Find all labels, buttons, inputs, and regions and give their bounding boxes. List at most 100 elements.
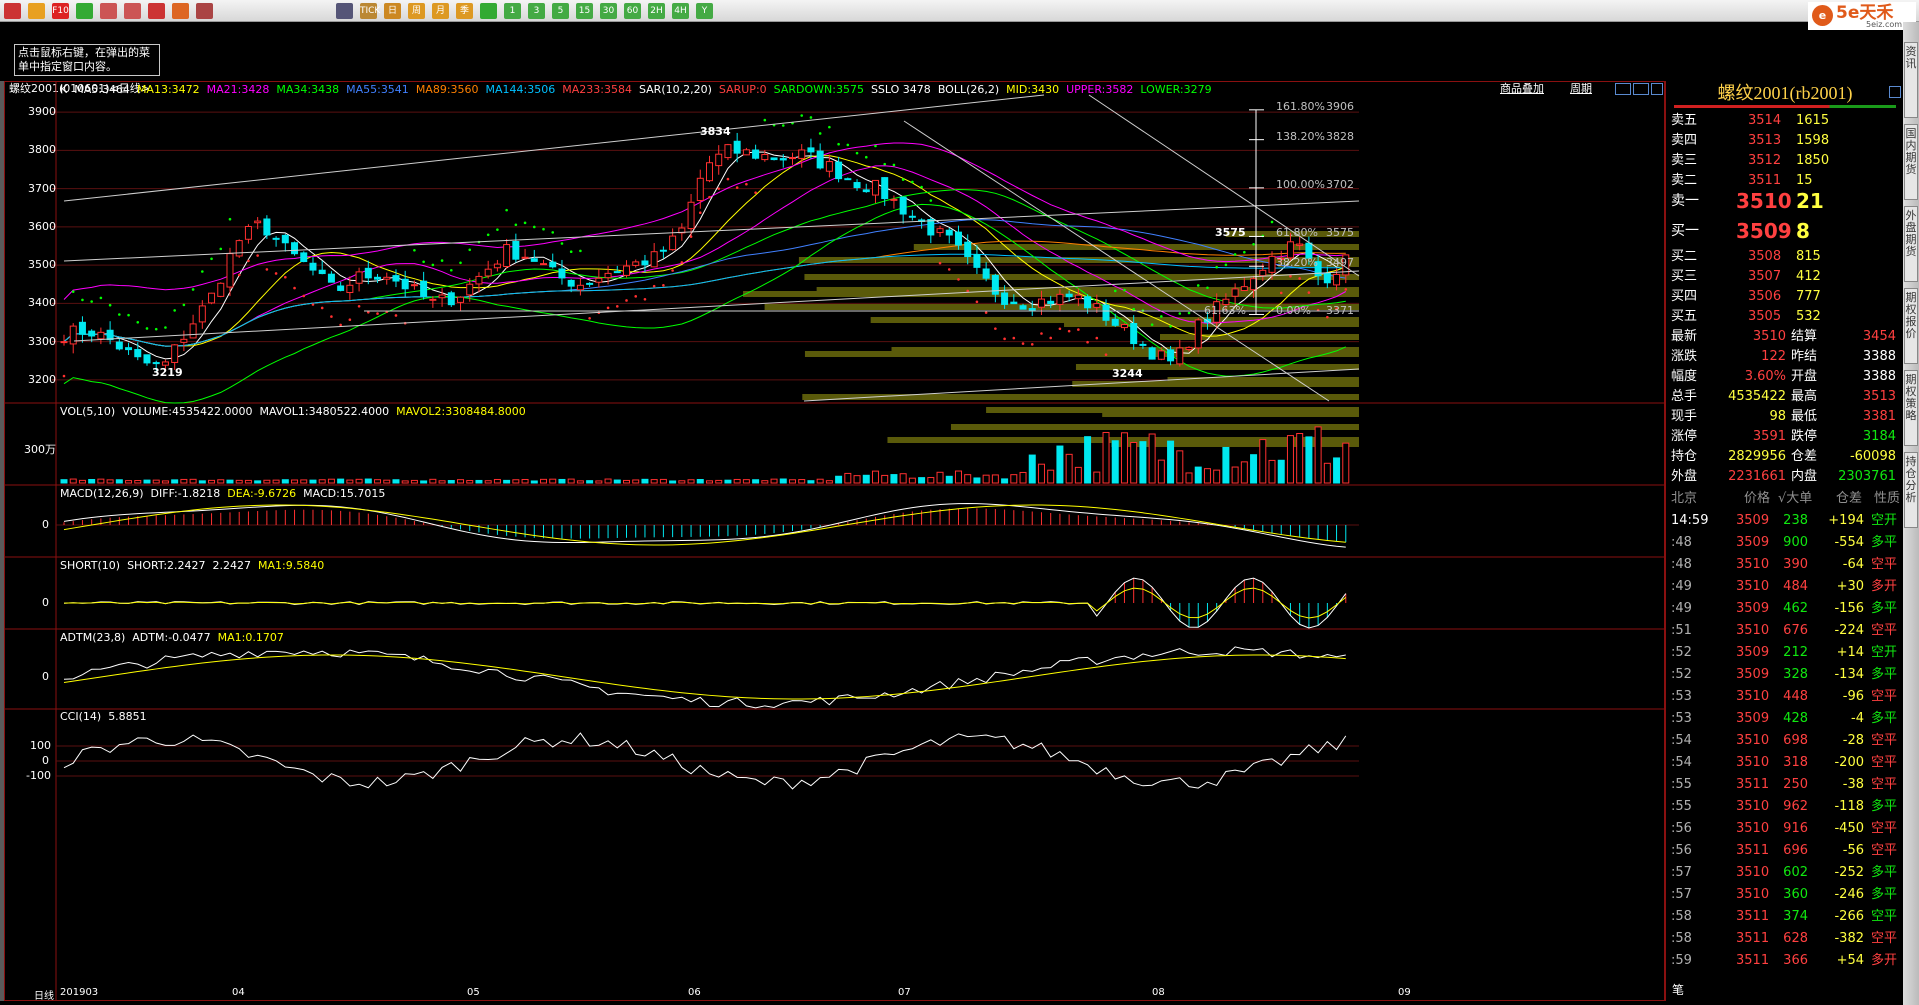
filter-icon[interactable]	[196, 3, 213, 19]
tool-icon[interactable]	[172, 3, 189, 19]
week-icon[interactable]: 周	[408, 3, 425, 19]
tick-type: 空平	[1871, 777, 1898, 792]
volume-bar	[466, 480, 474, 484]
side-tab[interactable]: 国内期货	[1904, 124, 1918, 200]
volume-bar	[208, 479, 216, 484]
volume-bar	[678, 480, 686, 484]
side-tab[interactable]: 外盘期货	[1904, 206, 1918, 282]
candle-body	[890, 198, 898, 201]
sar-dot	[800, 114, 804, 117]
tick-volume: 328	[1783, 667, 1808, 682]
m5-icon[interactable]: 5	[552, 3, 569, 19]
side-tab[interactable]: 持仓分析	[1904, 452, 1918, 528]
volume-bar	[1314, 426, 1322, 484]
stat-value: 3454	[1862, 329, 1896, 344]
f10-icon[interactable]: F10	[52, 3, 69, 19]
year-icon[interactable]: Y	[696, 3, 713, 19]
bid-volume: 777	[1796, 289, 1821, 304]
m240-icon[interactable]: 2H	[648, 3, 665, 19]
tick-volume: 366	[1783, 953, 1808, 968]
volume-bar	[291, 479, 299, 484]
volume-bar	[1296, 433, 1304, 484]
y-tick-label: 3300	[28, 334, 56, 348]
sar-dot	[717, 187, 721, 190]
quote-row: :52 3509 212 +14 空开	[1666, 643, 1904, 665]
sar-dot	[422, 260, 425, 264]
sar-dot	[1049, 336, 1052, 340]
candle-body	[1167, 349, 1175, 362]
m30-icon[interactable]: 30	[600, 3, 617, 19]
volume-bar	[484, 480, 492, 484]
tick-price: 3509	[1736, 711, 1770, 726]
sar-dot	[256, 254, 259, 257]
sar-dot	[874, 144, 877, 148]
tick-volume: 698	[1783, 733, 1808, 748]
sar-dot	[745, 182, 748, 186]
quote-row: :48 3509 900 -554 多平	[1666, 533, 1904, 555]
candle-body	[309, 262, 317, 271]
sar-dot	[1077, 328, 1080, 331]
candle-body	[235, 240, 243, 257]
sar-dot	[191, 288, 195, 291]
x-axis-label: 日线	[34, 991, 54, 1002]
volume-bar	[1305, 436, 1313, 484]
pen-icon[interactable]	[148, 3, 165, 19]
tick-price: 3510	[1736, 623, 1770, 638]
quote-row: 卖四 3513 1598	[1666, 131, 1904, 151]
quote-row: 买四 3506 777	[1666, 287, 1904, 307]
fib-value: 3497	[1326, 256, 1354, 270]
sar-dot	[1104, 353, 1108, 357]
m1-icon[interactable]: 1	[504, 3, 521, 19]
tick-type: 多平	[1871, 799, 1898, 814]
side-tab[interactable]: 资讯	[1904, 42, 1918, 118]
panel-menu-icon[interactable]	[1889, 86, 1901, 98]
sar-dot	[71, 290, 75, 293]
volume-bar	[143, 479, 151, 484]
candle-body	[447, 292, 455, 306]
chart-icon[interactable]	[480, 3, 497, 19]
volume-bar	[1277, 459, 1285, 484]
sar-dot	[274, 272, 278, 275]
sar-dot	[994, 327, 997, 330]
candle-body	[410, 284, 418, 287]
volume-bar	[383, 479, 391, 484]
ask-price: 3510	[1736, 189, 1792, 213]
list-icon[interactable]	[336, 3, 353, 19]
zoom-icon[interactable]	[124, 3, 141, 19]
sar-dot	[1160, 315, 1163, 318]
folder-icon[interactable]	[28, 3, 45, 19]
x-month: 05	[467, 987, 480, 998]
sar-dot	[1224, 263, 1228, 267]
candle-body	[733, 140, 741, 154]
refresh-icon[interactable]	[76, 3, 93, 19]
m60-icon[interactable]: 60	[624, 3, 641, 19]
volume-bar	[540, 478, 548, 484]
adtm-indicator-line: ADTM(23,8) ADTM:-0.0477 MA1:0.1707	[60, 631, 291, 645]
indicator-value: SARDOWN:3575	[773, 83, 864, 96]
search-icon[interactable]	[100, 3, 117, 19]
cci-tick: 0	[42, 754, 49, 767]
sar-dot	[302, 294, 306, 298]
month-icon[interactable]: 月	[432, 3, 449, 19]
day-icon[interactable]: 日	[384, 3, 401, 19]
m3-icon[interactable]: 3	[528, 3, 545, 19]
tick-icon[interactable]: TICK	[360, 3, 380, 19]
kline-chart[interactable]	[4, 81, 1665, 1001]
home-icon[interactable]	[4, 3, 21, 19]
tick-footer[interactable]: 笔	[1672, 981, 1684, 998]
sar-dot	[1289, 274, 1292, 278]
volume-bar	[1130, 441, 1138, 484]
sar-dot	[1012, 336, 1016, 340]
m15-icon[interactable]: 15	[576, 3, 593, 19]
h4-icon[interactable]: 4H	[672, 3, 689, 19]
trend-line	[63, 94, 1045, 202]
price-mark-low2: 3244	[1112, 367, 1143, 381]
volume-profile-bar	[1072, 381, 1359, 387]
volume-bar	[318, 479, 326, 484]
volume-bar	[816, 478, 824, 484]
volume-bar	[97, 478, 105, 484]
side-tab[interactable]: 期权策略	[1904, 370, 1918, 446]
volume-bar	[1120, 432, 1128, 484]
quarter-icon[interactable]: 季	[456, 3, 473, 19]
side-tab[interactable]: 期权报价	[1904, 288, 1918, 364]
